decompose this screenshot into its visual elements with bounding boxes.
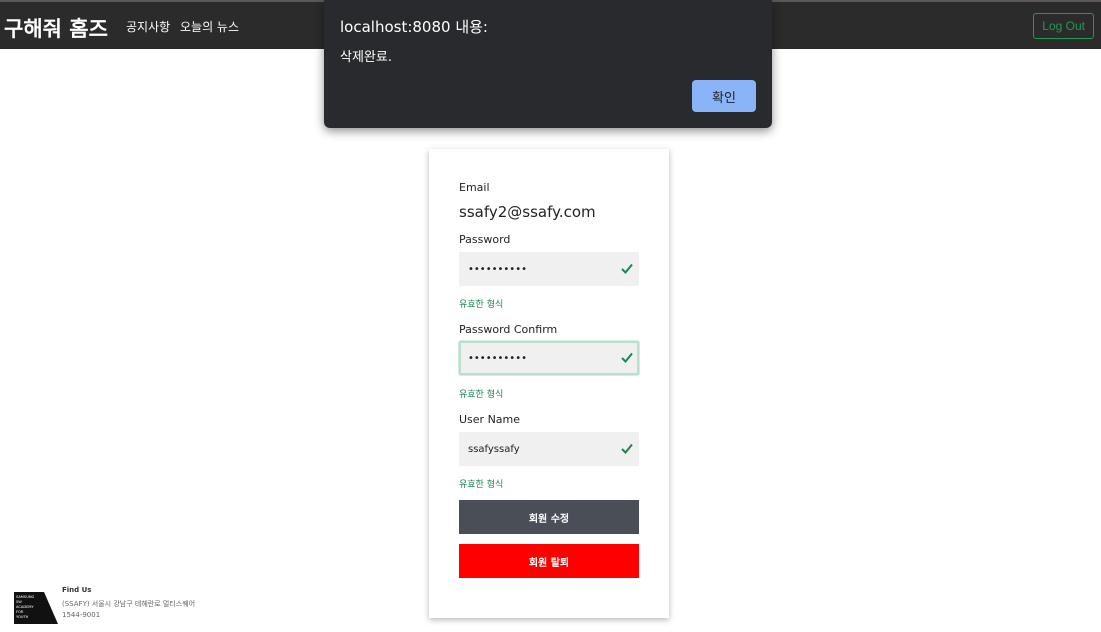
ssafy-logo: SAMSUNG SW ACADEMY FOR YOUTH: [14, 592, 58, 624]
alert-message: 삭제완료.: [340, 50, 392, 65]
footer-address: (SSAFY) 서울시 강남구 테헤란로 멀티스퀘어: [62, 600, 196, 608]
footer-phone: 1544-9001: [62, 611, 101, 619]
check-icon: [621, 443, 633, 454]
svg-text:FOR: FOR: [16, 610, 24, 614]
member-edit-card: Email ssafy2@ssafy.com Password 유효한 형식 P…: [429, 149, 669, 618]
email-value: ssafy2@ssafy.com: [459, 203, 596, 221]
check-icon: [621, 352, 633, 363]
check-icon: [621, 263, 633, 274]
username-field[interactable]: [459, 432, 639, 466]
svg-text:SAMSUNG: SAMSUNG: [16, 595, 35, 599]
email-label: Email: [459, 181, 490, 194]
footer-title: Find Us: [62, 586, 92, 594]
password-label: Password: [459, 233, 511, 246]
nav-link-notice[interactable]: 공지사항: [126, 18, 170, 35]
alert-ok-button[interactable]: 확인: [692, 80, 756, 112]
username-input[interactable]: [468, 432, 608, 466]
password-confirm-input[interactable]: [468, 343, 608, 373]
logout-button[interactable]: Log Out: [1033, 13, 1094, 39]
nav-link-news[interactable]: 오늘의 뉴스: [180, 18, 239, 35]
alert-dialog: localhost:8080 내용: 삭제완료. 확인: [324, 0, 772, 128]
password-input[interactable]: [468, 252, 608, 286]
password-field[interactable]: [459, 252, 639, 286]
password-confirm-valid-text: 유효한 형식: [459, 390, 504, 400]
username-valid-text: 유효한 형식: [459, 480, 504, 490]
svg-text:SW: SW: [16, 600, 22, 604]
member-edit-button[interactable]: 회원 수정: [459, 500, 639, 534]
password-confirm-field[interactable]: [459, 341, 639, 375]
svg-text:ACADEMY: ACADEMY: [16, 605, 35, 609]
brand-title[interactable]: 구해줘 홈즈: [4, 13, 108, 43]
username-label: User Name: [459, 413, 521, 426]
member-delete-button[interactable]: 회원 탈퇴: [459, 544, 639, 578]
svg-text:YOUTH: YOUTH: [16, 615, 29, 619]
alert-title: localhost:8080 내용:: [340, 18, 488, 36]
password-confirm-label: Password Confirm: [459, 323, 558, 336]
password-valid-text: 유효한 형식: [459, 300, 504, 310]
